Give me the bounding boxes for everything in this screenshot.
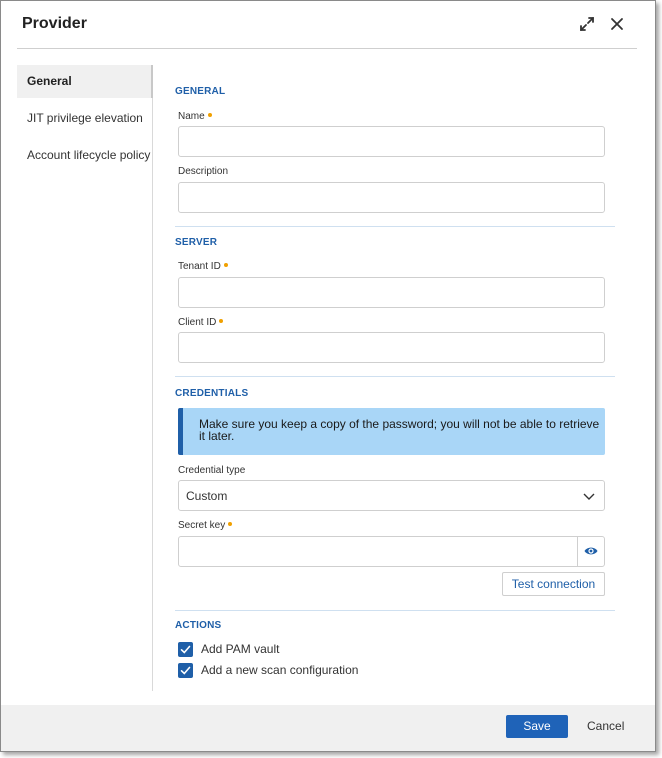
description-label: Description	[178, 166, 229, 177]
sidebar-item-account-lifecycle-policy[interactable]: Account lifecycle policy	[17, 139, 152, 176]
provider-dialog: Provider General JIT privilege elevation…	[0, 0, 656, 752]
dialog-title: Provider	[22, 15, 87, 32]
save-button[interactable]: Save	[506, 715, 568, 738]
add-pam-vault-label: Add PAM vault	[201, 642, 280, 656]
sidebar-item-jit-privilege-elevation[interactable]: JIT privilege elevation	[17, 102, 152, 139]
credential-type-select[interactable]: Custom	[178, 480, 605, 511]
add-pam-vault-row: Add PAM vault	[178, 641, 279, 657]
tenant-id-input[interactable]	[178, 277, 605, 308]
client-id-label: Client ID	[178, 317, 224, 328]
section-divider	[175, 610, 615, 611]
test-connection-button[interactable]: Test connection	[502, 572, 605, 596]
close-icon[interactable]	[608, 15, 626, 33]
sidebar-item-general[interactable]: General	[17, 65, 153, 98]
required-indicator	[223, 263, 228, 268]
credential-type-label: Credential type	[178, 465, 246, 476]
required-indicator	[228, 522, 233, 527]
header-divider	[17, 48, 637, 49]
section-title-actions: ACTIONS	[175, 620, 222, 631]
cancel-button[interactable]: Cancel	[587, 715, 624, 738]
client-id-input[interactable]	[178, 332, 605, 363]
show-password-button[interactable]	[577, 537, 604, 566]
secret-key-label: Secret key	[178, 520, 233, 531]
section-title-general: GENERAL	[175, 86, 226, 97]
secret-key-input[interactable]	[179, 537, 578, 566]
name-label: Name	[178, 111, 212, 122]
credential-type-value: Custom	[186, 489, 228, 503]
required-indicator	[207, 113, 212, 118]
checkmark-icon	[180, 666, 191, 675]
name-input[interactable]	[178, 126, 605, 157]
dialog-footer: Save Cancel	[1, 705, 655, 751]
add-scan-configuration-label: Add a new scan configuration	[201, 663, 359, 677]
section-divider	[175, 226, 615, 227]
section-title-server: SERVER	[175, 237, 218, 248]
section-title-credentials: CREDENTIALS	[175, 388, 249, 399]
expand-icon[interactable]	[578, 15, 596, 33]
add-scan-configuration-checkbox[interactable]	[178, 662, 193, 678]
tenant-id-label: Tenant ID	[178, 261, 228, 272]
chevron-down-icon	[583, 493, 595, 500]
description-input[interactable]	[178, 182, 605, 213]
checkmark-icon	[180, 645, 191, 654]
add-pam-vault-checkbox[interactable]	[178, 641, 193, 657]
dialog-header: Provider	[1, 1, 655, 49]
section-divider	[175, 376, 615, 377]
sidebar-nav: General JIT privilege elevation Account …	[17, 65, 153, 691]
password-info-banner: Make sure you keep a copy of the passwor…	[178, 408, 605, 455]
add-scan-configuration-row: Add a new scan configuration	[178, 662, 358, 678]
secret-key-field	[178, 536, 605, 567]
eye-icon	[584, 547, 598, 555]
required-indicator	[219, 319, 224, 324]
